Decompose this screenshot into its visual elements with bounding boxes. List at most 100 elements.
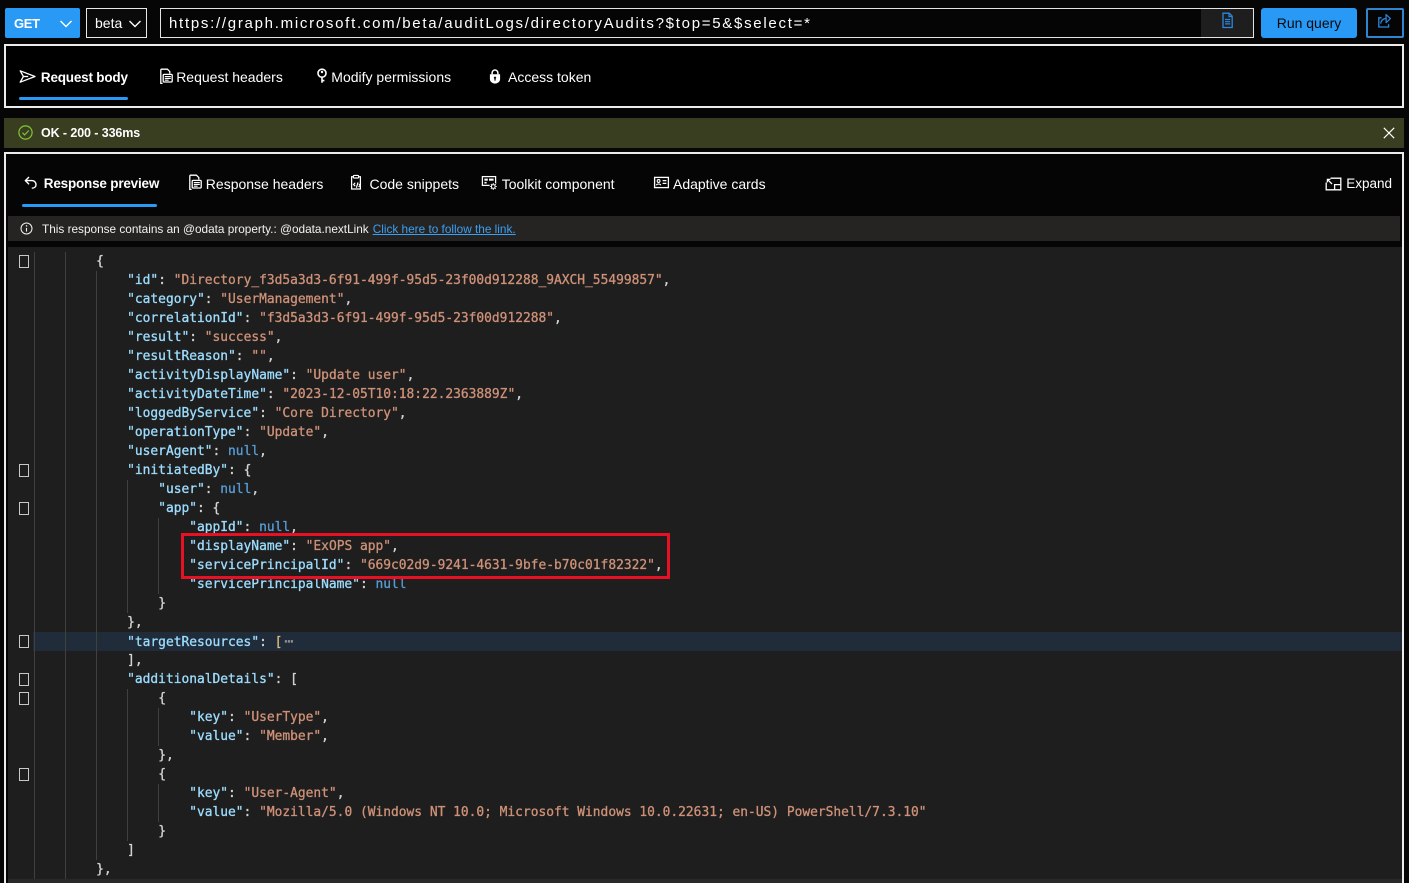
tab-label: Request headers: [176, 69, 283, 85]
indent-spaces: [34, 292, 127, 307]
indent-spaces: [34, 862, 96, 877]
code-token: :: [267, 387, 283, 402]
active-tab-underline: [22, 204, 157, 207]
tab-label: Request body: [41, 70, 128, 85]
code-text: "key": "User-Agent",: [34, 784, 344, 803]
tab-label: Modify permissions: [331, 69, 451, 85]
request-body-editor-button[interactable]: [1201, 9, 1253, 37]
tab-request-headers[interactable]: Request headers: [158, 46, 283, 108]
lock-icon: [487, 68, 503, 85]
code-token: :: [236, 349, 252, 364]
code-text: "correlationId": "f3d5a3d3-6f91-499f-95d…: [34, 309, 562, 328]
tab-response-preview[interactable]: Response preview: [22, 171, 159, 196]
code-token: "UserType": [244, 710, 322, 725]
code-text: },: [34, 860, 112, 879]
indent-spaces: [34, 843, 127, 858]
code-token: ,: [554, 311, 562, 326]
url-input[interactable]: [161, 9, 1201, 37]
code-token: "key": [189, 786, 228, 801]
code-token: "value": [189, 805, 243, 820]
code-line: "activityDateTime": "2023-12-05T10:18:22…: [8, 385, 1402, 404]
tab-modify-permissions[interactable]: Modify permissions: [314, 46, 451, 108]
chevron-down-icon: [128, 16, 142, 31]
code-token: },: [158, 748, 174, 763]
code-token: :: [244, 805, 260, 820]
document-header-icon: [187, 174, 203, 191]
version-select[interactable]: beta: [86, 8, 147, 38]
code-line: "activityDisplayName": "Update user",: [8, 366, 1402, 385]
code-token: "success": [205, 330, 275, 345]
folded-region-indicator[interactable]: ⋯: [284, 632, 293, 650]
code-token: ,: [275, 330, 283, 345]
code-text: "result": "success",: [34, 328, 282, 347]
indent-spaces: [34, 330, 127, 345]
code-line: {: [8, 252, 1402, 271]
code-line: "value": "Mozilla/5.0 (Windows NT 10.0; …: [8, 803, 1402, 822]
fold-marker[interactable]: [19, 692, 29, 705]
json-response-editor[interactable]: { "id": "Directory_f3d5a3d3-6f91-499f-95…: [8, 247, 1402, 883]
indent-spaces: [34, 805, 189, 820]
code-token: {: [158, 691, 166, 706]
code-clipboard-icon: [348, 174, 364, 191]
code-token: ]: [127, 843, 135, 858]
code-text: "resultReason": "",: [34, 347, 275, 366]
code-line: "operationType": "Update",: [8, 423, 1402, 442]
indent-spaces: [34, 501, 158, 516]
fold-marker[interactable]: [19, 673, 29, 686]
code-token: "Directory_f3d5a3d3-6f91-499f-95d5-23f00…: [174, 273, 663, 288]
indent-spaces: [34, 748, 158, 763]
code-token: "f3d5a3d3-6f91-499f-95d5-23f00d912288": [259, 311, 554, 326]
fold-marker[interactable]: [19, 635, 29, 648]
odata-banner: This response contains an @odata propert…: [8, 216, 1400, 241]
code-line: "value": "Member",: [8, 727, 1402, 746]
indent-spaces: [34, 653, 127, 668]
tab-code-snippets[interactable]: Code snippets: [348, 171, 459, 196]
close-icon[interactable]: [1382, 126, 1396, 140]
code-text: {: [34, 689, 166, 708]
method-select[interactable]: GET: [5, 8, 80, 38]
odata-next-link[interactable]: Click here to follow the link.: [373, 222, 516, 236]
code-token: :: [213, 444, 229, 459]
code-token: "correlationId": [127, 311, 243, 326]
tab-response-headers[interactable]: Response headers: [187, 171, 324, 196]
code-line: "app": {: [8, 499, 1402, 518]
response-status-bar: OK - 200 - 336ms: [4, 118, 1404, 148]
tab-adaptive-cards[interactable]: Adaptive cards: [653, 171, 766, 196]
tab-access-token[interactable]: Access token: [487, 46, 591, 108]
code-token: [: [275, 635, 283, 650]
banner-text: This response contains an @odata propert…: [42, 222, 369, 236]
component-gear-icon: [481, 174, 498, 191]
tab-label: Adaptive cards: [673, 176, 766, 192]
indent-spaces: [34, 311, 127, 326]
code-text: ],: [34, 651, 143, 670]
code-token: :: [205, 482, 221, 497]
fold-marker[interactable]: [19, 255, 29, 268]
indent-spaces: [34, 691, 158, 706]
request-tab-row: Request body Request headers Modify permis…: [6, 46, 1402, 106]
code-token: :: [259, 635, 275, 650]
code-token: "activityDateTime": [127, 387, 267, 402]
code-token: ,: [399, 406, 407, 421]
code-token: }: [158, 824, 166, 839]
expand-icon: [1325, 177, 1342, 191]
code-line: }: [8, 822, 1402, 841]
fold-marker[interactable]: [19, 464, 29, 477]
run-query-button[interactable]: Run query: [1261, 8, 1357, 38]
code-token: :: [244, 425, 260, 440]
fold-marker[interactable]: [19, 502, 29, 515]
code-token: "activityDisplayName": [127, 368, 290, 383]
fold-marker[interactable]: [19, 768, 29, 781]
code-line: "result": "success",: [8, 328, 1402, 347]
code-text: "initiatedBy": {: [34, 461, 251, 480]
code-token: "UserManagement": [220, 292, 344, 307]
share-query-button[interactable]: [1366, 8, 1404, 38]
tab-toolkit-component[interactable]: Toolkit component: [481, 171, 614, 196]
code-text: "value": "Mozilla/5.0 (Windows NT 10.0; …: [34, 803, 927, 822]
active-tab-underline: [19, 97, 128, 100]
code-text: "operationType": "Update",: [34, 423, 329, 442]
code-token: :: [189, 330, 205, 345]
code-token: ,: [251, 482, 259, 497]
code-token: : [: [275, 672, 298, 687]
expand-button[interactable]: Expand: [1325, 171, 1392, 196]
horizontal-scrollbar[interactable]: [8, 879, 1402, 883]
